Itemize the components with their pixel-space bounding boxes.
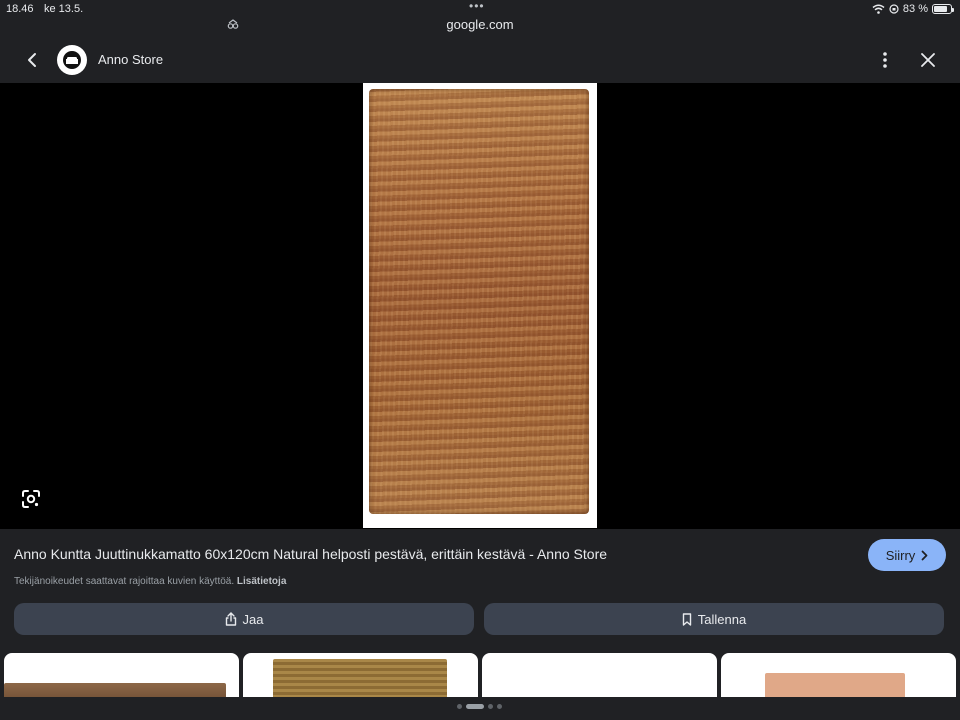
related-images xyxy=(0,653,960,697)
result-title[interactable]: Anno Kuntta Juuttinukkamatto 60x120cm Na… xyxy=(14,546,844,562)
copyright-text: Tekijänoikeudet saattavat rajoittaa kuvi… xyxy=(14,576,235,587)
more-vert-icon xyxy=(883,52,887,68)
related-image-photo xyxy=(765,673,905,697)
related-image[interactable] xyxy=(482,653,717,697)
copyright-notice: Tekijänoikeudet saattavat rajoittaa kuvi… xyxy=(14,576,286,587)
share-icon xyxy=(225,612,236,626)
bookmark-icon xyxy=(682,612,691,626)
related-image[interactable] xyxy=(721,653,956,697)
related-image[interactable] xyxy=(243,653,478,697)
visit-label: Siirry xyxy=(885,547,916,563)
share-label: Jaa xyxy=(242,611,264,627)
chevron-left-icon xyxy=(28,53,36,67)
multitask-dots-icon[interactable]: ••• xyxy=(469,0,485,12)
viewer-header: Anno Store xyxy=(0,37,960,83)
share-button[interactable]: Jaa xyxy=(14,603,474,635)
battery-icon xyxy=(932,4,954,14)
more-options-button[interactable] xyxy=(873,48,897,72)
back-button[interactable] xyxy=(20,48,44,72)
save-button[interactable]: Tallenna xyxy=(484,603,944,635)
page-indicator xyxy=(457,704,502,709)
page-dot xyxy=(497,704,502,709)
orientation-lock-icon xyxy=(889,4,899,14)
product-image[interactable] xyxy=(363,83,597,528)
related-image[interactable] xyxy=(4,653,239,697)
wifi-icon xyxy=(872,4,885,14)
image-viewer[interactable] xyxy=(0,83,960,529)
save-label: Tallenna xyxy=(697,611,747,627)
close-button[interactable] xyxy=(916,48,940,72)
page-dot xyxy=(488,704,493,709)
status-right: 83 % xyxy=(872,3,954,15)
battery-percent: 83 % xyxy=(902,3,928,15)
rug-photo xyxy=(369,89,589,514)
site-name[interactable]: Anno Store xyxy=(98,52,163,67)
status-date: ke 13.5. xyxy=(44,3,84,15)
close-icon xyxy=(921,53,935,67)
related-image-photo xyxy=(273,659,447,697)
url-bar[interactable]: google.com xyxy=(0,17,960,32)
status-time: 18.46 xyxy=(6,3,34,15)
google-lens-button[interactable] xyxy=(19,487,43,511)
site-logo[interactable] xyxy=(57,45,87,75)
more-info-link[interactable]: Lisätietoja xyxy=(237,576,286,587)
status-bar: 18.46 ke 13.5. ••• google.com 83 % xyxy=(0,0,960,37)
related-image-photo xyxy=(4,683,226,697)
lens-icon xyxy=(22,490,40,508)
page-dot xyxy=(457,704,462,709)
visit-button[interactable]: Siirry xyxy=(868,539,946,571)
page-dot-active xyxy=(466,704,484,709)
chevron-right-icon xyxy=(921,550,928,560)
armchair-icon xyxy=(63,51,81,69)
result-info-panel: Anno Kuntta Juuttinukkamatto 60x120cm Na… xyxy=(0,529,960,720)
